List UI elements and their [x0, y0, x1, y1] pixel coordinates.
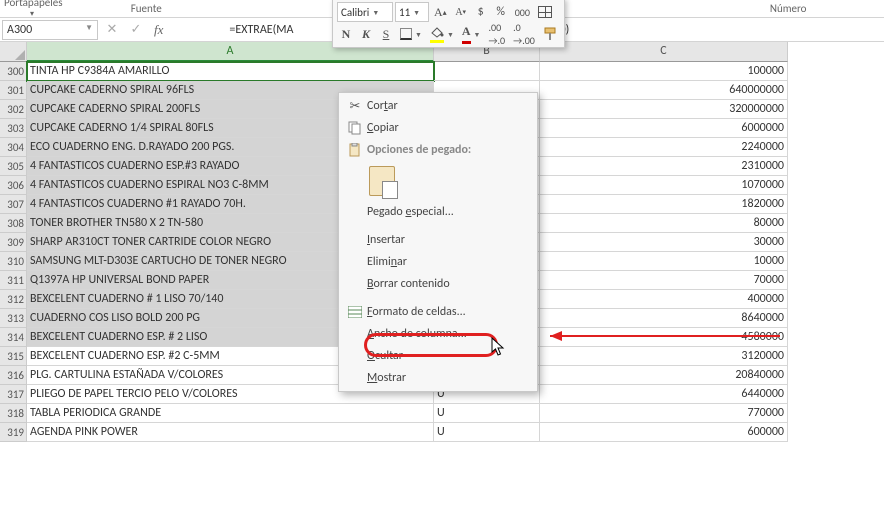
- currency-button[interactable]: $: [472, 2, 490, 22]
- menu-paste-special[interactable]: Pegado especial...: [339, 201, 537, 223]
- table-format-icon[interactable]: [535, 2, 555, 22]
- bold-button[interactable]: N: [337, 24, 355, 44]
- cell[interactable]: 6440000: [540, 385, 788, 404]
- copy-icon: [343, 121, 367, 135]
- underline-button[interactable]: S: [377, 24, 395, 44]
- row-header[interactable]: 313: [0, 309, 27, 328]
- row-header[interactable]: 314: [0, 328, 27, 347]
- cell[interactable]: [434, 62, 540, 81]
- cell[interactable]: 400000: [540, 290, 788, 309]
- name-box[interactable]: A300▼: [2, 20, 98, 40]
- cell[interactable]: 2240000: [540, 138, 788, 157]
- menu-cut[interactable]: ✂ Cortar: [339, 95, 537, 117]
- table-row: TINTA HP C9384A AMARILLO 100000: [27, 62, 884, 81]
- cell[interactable]: U: [434, 423, 540, 442]
- row-header[interactable]: 303: [0, 119, 27, 138]
- row-header[interactable]: 310: [0, 252, 27, 271]
- menu-show[interactable]: Mostrar: [339, 367, 537, 389]
- cell[interactable]: AGENDA PINK POWER: [27, 423, 434, 442]
- border-button[interactable]: ▼: [397, 24, 425, 44]
- cell[interactable]: 80000: [540, 214, 788, 233]
- menu-insert[interactable]: Insertar: [339, 229, 537, 251]
- font-color-button[interactable]: A▼: [459, 24, 484, 44]
- fx-icon[interactable]: fx: [154, 22, 163, 38]
- format-painter-icon[interactable]: [540, 24, 560, 44]
- ribbon-label-number: Número: [692, 2, 884, 15]
- row-header[interactable]: 304: [0, 138, 27, 157]
- row-header[interactable]: 319: [0, 423, 27, 442]
- row-header[interactable]: 315: [0, 347, 27, 366]
- row-header[interactable]: 300: [0, 62, 27, 81]
- row-header[interactable]: 309: [0, 233, 27, 252]
- row-header[interactable]: 305: [0, 157, 27, 176]
- format-cells-icon: [343, 306, 367, 318]
- row-header[interactable]: 307: [0, 195, 27, 214]
- mini-size-select[interactable]: 11▼: [395, 2, 429, 22]
- table-row: AGENDA PINK POWERU600000: [27, 423, 884, 442]
- cell[interactable]: 6000000: [540, 119, 788, 138]
- context-menu: ✂ Cortar Copiar Opciones de pegado: Pega…: [338, 92, 538, 392]
- row-header[interactable]: 301: [0, 81, 27, 100]
- cell[interactable]: 1070000: [540, 176, 788, 195]
- thousands-button[interactable]: 000: [512, 2, 533, 22]
- cell[interactable]: 640000000: [540, 81, 788, 100]
- cell[interactable]: 320000000: [540, 100, 788, 119]
- cell[interactable]: TABLA PERIODICA GRANDE: [27, 404, 434, 423]
- paste-icon: [369, 166, 395, 196]
- cell[interactable]: 100000: [540, 62, 788, 81]
- cell[interactable]: 10000: [540, 252, 788, 271]
- mini-font-select[interactable]: Calibri▼: [337, 2, 393, 22]
- row-header[interactable]: 312: [0, 290, 27, 309]
- mini-toolbar: Calibri▼ 11▼ A▴ A▾ $ % 000 N K S ▼ ▼ A▼ …: [332, 0, 565, 48]
- row-header[interactable]: 308: [0, 214, 27, 233]
- column-header-c[interactable]: C: [540, 42, 788, 62]
- cancel-formula-icon[interactable]: ✕: [100, 22, 124, 37]
- mouse-cursor-icon: [491, 337, 507, 357]
- cell[interactable]: 770000: [540, 404, 788, 423]
- cell[interactable]: 2310000: [540, 157, 788, 176]
- percent-button[interactable]: %: [492, 2, 510, 22]
- cell[interactable]: 70000: [540, 271, 788, 290]
- cell[interactable]: 20840000: [540, 366, 788, 385]
- menu-delete[interactable]: Eliminar: [339, 251, 537, 273]
- fill-color-button[interactable]: ▼: [427, 24, 457, 44]
- row-header[interactable]: 306: [0, 176, 27, 195]
- table-row: TABLA PERIODICA GRANDEU770000: [27, 404, 884, 423]
- italic-button[interactable]: K: [357, 24, 375, 44]
- decrease-decimal-icon[interactable]: .0→.00: [510, 24, 538, 44]
- ribbon-label-font: Fuente: [60, 2, 232, 15]
- menu-copy[interactable]: Copiar: [339, 117, 537, 139]
- row-header[interactable]: 302: [0, 100, 27, 119]
- cell[interactable]: 1820000: [540, 195, 788, 214]
- increase-decimal-icon[interactable]: .00→.0: [485, 24, 508, 44]
- menu-paste-options-header: Opciones de pegado:: [339, 139, 537, 161]
- menu-column-width[interactable]: Ancho de columna...: [339, 323, 537, 345]
- cell[interactable]: 3120000: [540, 347, 788, 366]
- row-header[interactable]: 318: [0, 404, 27, 423]
- accept-formula-icon[interactable]: ✓: [124, 22, 148, 37]
- row-header[interactable]: 311: [0, 271, 27, 290]
- cell[interactable]: 600000: [540, 423, 788, 442]
- increase-font-icon[interactable]: A▴: [431, 2, 450, 22]
- paste-header-icon: [343, 143, 367, 157]
- decrease-font-icon[interactable]: A▾: [452, 2, 470, 22]
- row-header[interactable]: 317: [0, 385, 27, 404]
- menu-format-cells[interactable]: Formato de celdas...: [339, 301, 537, 323]
- ribbon-label-clipboard: Portapapeles: [4, 0, 63, 9]
- menu-hide[interactable]: Ocultar: [339, 345, 537, 367]
- row-headers: 3003013023033043053063073083093103113123…: [0, 62, 27, 442]
- select-all-corner[interactable]: [0, 42, 27, 62]
- cut-icon: ✂: [343, 99, 367, 114]
- cell[interactable]: TINTA HP C9384A AMARILLO: [27, 62, 434, 81]
- row-header[interactable]: 316: [0, 366, 27, 385]
- annotation-arrow: [530, 326, 790, 346]
- menu-paste-default[interactable]: [339, 161, 537, 201]
- menu-clear-contents[interactable]: Borrar contenido: [339, 273, 537, 295]
- cell[interactable]: 30000: [540, 233, 788, 252]
- cell[interactable]: U: [434, 404, 540, 423]
